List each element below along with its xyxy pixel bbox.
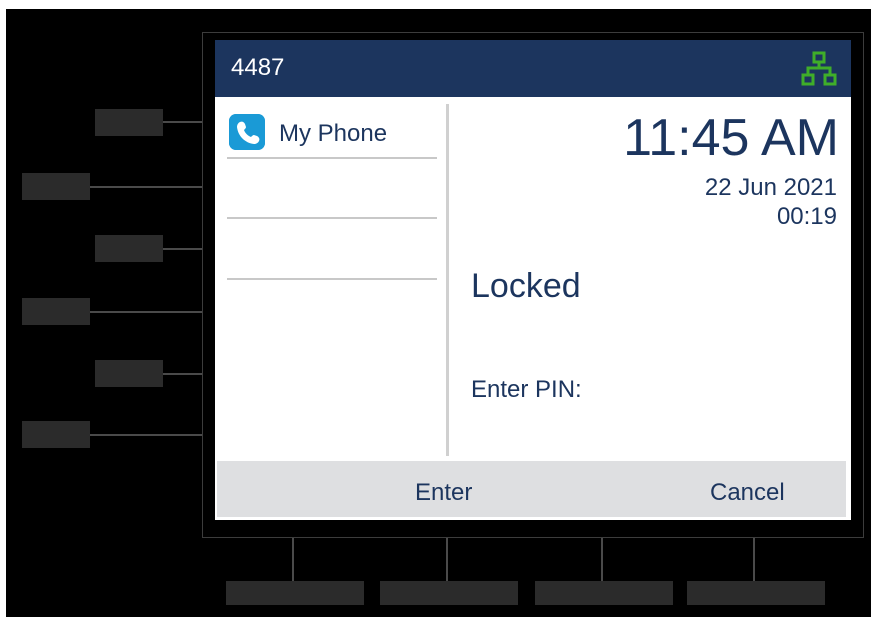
line-key-button-2[interactable] bbox=[22, 173, 90, 200]
line-key-label: My Phone bbox=[279, 120, 388, 147]
extension-number: 4487 bbox=[231, 54, 285, 81]
line-key-button-1[interactable] bbox=[95, 109, 163, 136]
soft-key-button-3[interactable] bbox=[535, 581, 673, 605]
leader-line bbox=[163, 373, 203, 375]
line-key-button-5[interactable] bbox=[95, 360, 163, 387]
leader-line bbox=[90, 311, 203, 313]
soft-key-button-2[interactable] bbox=[380, 581, 518, 605]
phone-screen: 4487 My Phone 11:45 AM 22 Jun 2021 00:19… bbox=[215, 40, 851, 520]
call-timer: 00:19 bbox=[776, 203, 837, 230]
line-key-button-4[interactable] bbox=[22, 298, 90, 325]
leader-line bbox=[601, 538, 603, 581]
soft-key-button-1[interactable] bbox=[226, 581, 364, 605]
softkey-bar: Enter Cancel bbox=[217, 461, 846, 517]
phone-icon bbox=[229, 114, 265, 150]
leader-line bbox=[292, 538, 294, 581]
panel-divider bbox=[446, 104, 449, 456]
line-key-button-6[interactable] bbox=[22, 421, 90, 448]
lock-status: Locked bbox=[471, 267, 581, 305]
leader-line bbox=[163, 121, 203, 123]
clock-time: 11:45 AM bbox=[623, 109, 839, 167]
leader-line bbox=[163, 248, 203, 250]
pin-prompt: Enter PIN: bbox=[471, 376, 582, 403]
leader-line bbox=[753, 538, 755, 581]
cancel-softkey[interactable]: Cancel bbox=[710, 479, 785, 507]
enter-softkey[interactable]: Enter bbox=[415, 479, 472, 507]
leader-line bbox=[446, 538, 448, 581]
line-key-divider bbox=[227, 217, 437, 219]
date-label: 22 Jun 2021 bbox=[704, 174, 837, 201]
leader-line bbox=[90, 186, 203, 188]
line-key-button-3[interactable] bbox=[95, 235, 163, 262]
line-key-divider bbox=[227, 278, 437, 280]
network-icon bbox=[801, 51, 837, 86]
soft-key-button-4[interactable] bbox=[687, 581, 825, 605]
line-key-divider bbox=[227, 157, 437, 159]
leader-line bbox=[90, 434, 203, 436]
title-bar: 4487 bbox=[215, 40, 851, 97]
